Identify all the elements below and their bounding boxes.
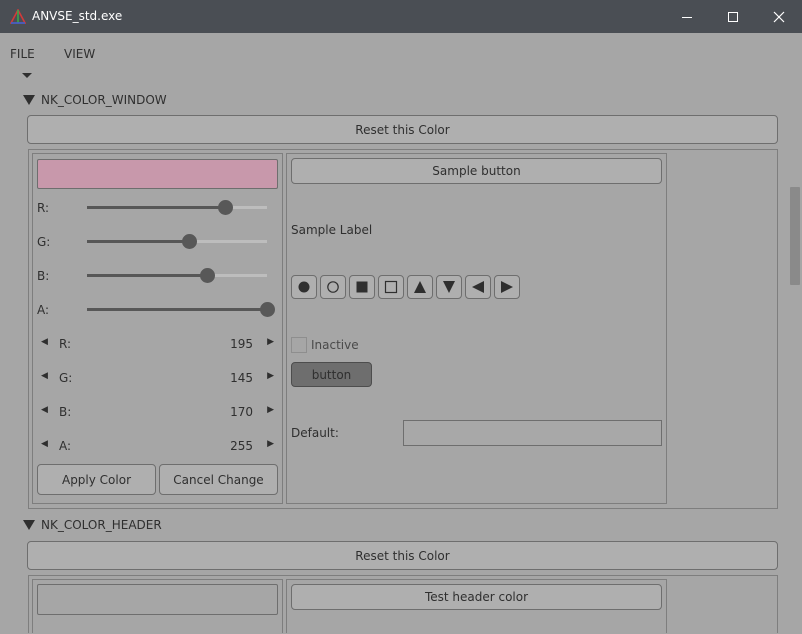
inactive-checkbox[interactable] <box>291 337 307 353</box>
triangle-left-icon <box>472 281 484 293</box>
reset-header-color-button[interactable]: Reset this Color <box>27 541 778 570</box>
decrement-arrow-icon[interactable]: ◀ <box>41 371 48 381</box>
triangle-down-button[interactable] <box>436 275 462 299</box>
header-color-preview <box>37 584 278 615</box>
color-preview <box>37 159 278 189</box>
sample-panel <box>286 153 667 504</box>
slider-label: R: <box>37 201 50 215</box>
cancel-change-button[interactable]: Cancel Change <box>159 464 278 495</box>
slider-knob[interactable] <box>182 234 198 249</box>
minimize-button[interactable] <box>664 0 710 33</box>
circle-outline-icon <box>327 281 339 293</box>
property-label: B: <box>59 405 72 419</box>
property-label: G: <box>59 371 73 385</box>
minimize-icon <box>682 16 692 18</box>
property-r[interactable]: ◀ R: 195 ▶ <box>37 334 277 354</box>
slider-knob[interactable] <box>200 268 216 283</box>
checkbox-label: Inactive <box>311 338 359 352</box>
apply-color-button[interactable]: Apply Color <box>37 464 156 495</box>
app-icon <box>10 9 26 24</box>
slider-label: B: <box>37 269 50 283</box>
slider-b[interactable]: B: <box>37 266 277 286</box>
maximize-icon <box>728 11 738 22</box>
reset-color-button[interactable]: Reset this Color <box>27 115 778 144</box>
triangle-down-icon <box>443 281 455 293</box>
slider-track[interactable] <box>87 234 267 249</box>
triangle-right-icon <box>501 281 513 293</box>
tree-label: NK_COLOR_WINDOW <box>41 93 167 107</box>
property-label: A: <box>59 439 72 453</box>
tree-label: NK_COLOR_HEADER <box>41 518 162 532</box>
circle-solid-icon <box>298 281 310 293</box>
triangle-up-icon <box>414 281 426 293</box>
increment-arrow-icon[interactable]: ▶ <box>267 337 274 347</box>
vertical-scrollbar[interactable] <box>789 73 801 633</box>
slider-label: A: <box>37 303 50 317</box>
slider-knob[interactable] <box>260 302 275 317</box>
test-header-color-button[interactable]: Test header color <box>291 584 662 610</box>
slider-track[interactable] <box>87 268 267 283</box>
maximize-button[interactable] <box>710 0 756 33</box>
close-button[interactable] <box>756 0 802 33</box>
close-icon <box>773 11 785 22</box>
slider-fill <box>87 274 208 277</box>
window-title: ANVSE_std.exe <box>32 9 123 23</box>
property-a[interactable]: ◀ A: 255 ▶ <box>37 436 277 456</box>
property-value[interactable]: 195 <box>230 337 253 351</box>
circle-outline-button[interactable] <box>320 275 346 299</box>
rect-outline-icon <box>384 280 398 294</box>
sample-button[interactable]: Sample button <box>291 158 662 184</box>
default-field[interactable] <box>403 420 662 446</box>
default-label: Default: <box>291 426 339 440</box>
increment-arrow-icon[interactable]: ▶ <box>267 439 274 449</box>
slider-knob[interactable] <box>217 200 233 215</box>
expand-arrow-icon <box>23 95 35 105</box>
expand-arrow-icon <box>23 520 35 530</box>
tree-node-color-header[interactable]: NK_COLOR_HEADER <box>23 517 162 533</box>
title-bar: ANVSE_std.exe <box>0 0 802 33</box>
rect-solid-icon <box>356 281 368 293</box>
scrollbar-thumb[interactable] <box>790 187 800 285</box>
slider-r[interactable]: R: <box>37 198 277 218</box>
slider-fill <box>87 240 190 243</box>
rect-outline-button[interactable] <box>378 275 404 299</box>
property-value[interactable]: 255 <box>230 439 253 453</box>
client-area: FILE VIEW NK_COLOR_WINDOW Reset this Col… <box>1 33 801 633</box>
decrement-arrow-icon[interactable]: ◀ <box>41 337 48 347</box>
slider-fill <box>87 308 267 311</box>
triangle-left-button[interactable] <box>465 275 491 299</box>
slider-fill <box>87 206 225 209</box>
menu-bar: FILE VIEW <box>1 33 801 73</box>
circle-solid-button[interactable] <box>291 275 317 299</box>
decrement-arrow-icon[interactable]: ◀ <box>41 439 48 449</box>
increment-arrow-icon[interactable]: ▶ <box>267 405 274 415</box>
triangle-up-button[interactable] <box>407 275 433 299</box>
triangle-right-button[interactable] <box>494 275 520 299</box>
slider-g[interactable]: G: <box>37 232 277 252</box>
property-g[interactable]: ◀ G: 145 ▶ <box>37 368 277 388</box>
rect-solid-button[interactable] <box>349 275 375 299</box>
slider-track[interactable] <box>87 200 267 215</box>
property-label: R: <box>59 337 72 351</box>
slider-track[interactable] <box>87 302 275 317</box>
decrement-arrow-icon[interactable]: ◀ <box>41 405 48 415</box>
small-button[interactable]: button <box>291 362 372 387</box>
tree-node-color-window[interactable]: NK_COLOR_WINDOW <box>23 92 167 108</box>
property-value[interactable]: 145 <box>230 371 253 385</box>
slider-a[interactable]: A: <box>37 300 277 320</box>
slider-label: G: <box>37 235 51 249</box>
increment-arrow-icon[interactable]: ▶ <box>267 371 274 381</box>
property-b[interactable]: ◀ B: 170 ▶ <box>37 402 277 422</box>
property-value[interactable]: 170 <box>230 405 253 419</box>
menu-view[interactable]: VIEW <box>64 47 95 61</box>
collapsed-arrow-icon <box>22 73 32 78</box>
menu-file[interactable]: FILE <box>10 47 35 61</box>
sample-label: Sample Label <box>291 223 373 237</box>
